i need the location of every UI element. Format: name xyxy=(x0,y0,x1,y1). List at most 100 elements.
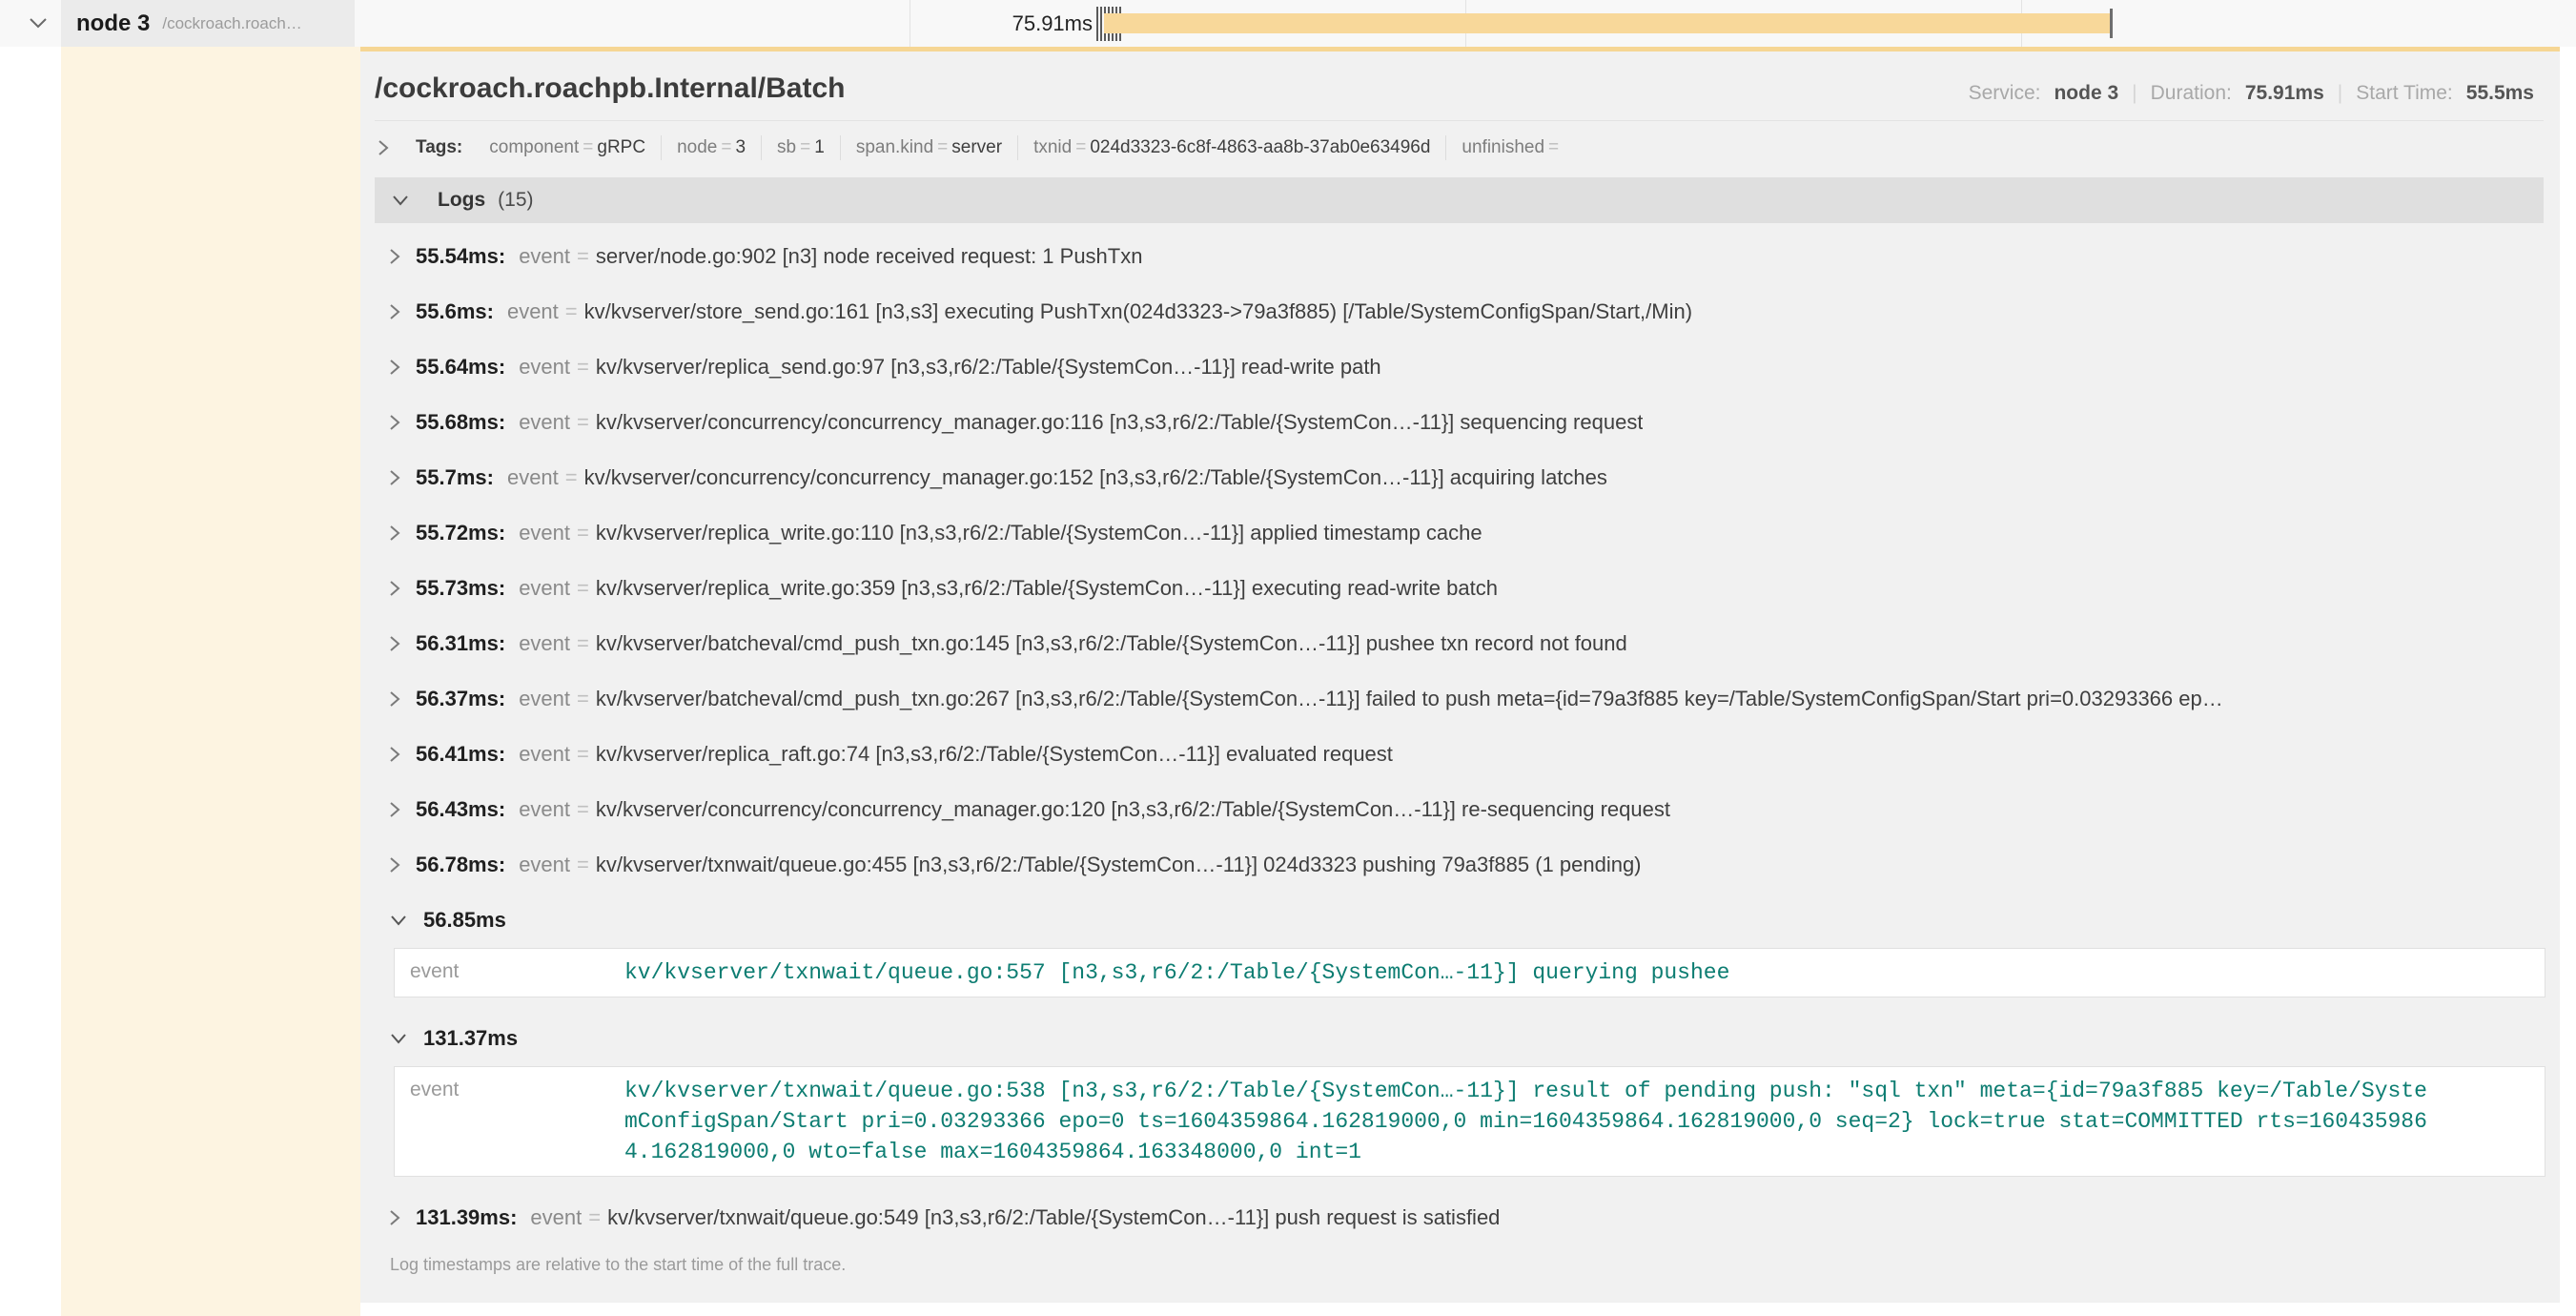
log-field-key: event xyxy=(519,521,570,545)
log-entry-collapsed[interactable]: 55.54ms: event = server/node.go:902 [n3]… xyxy=(388,229,2544,284)
equals-sign: = xyxy=(577,410,589,435)
log-field-key: event xyxy=(519,410,570,435)
log-event-value: kv/kvserver/txnwait/queue.go:538 [n3,s3,… xyxy=(624,1076,2436,1167)
equals-sign: = xyxy=(588,1205,601,1230)
log-field-key: event xyxy=(395,957,624,983)
log-timestamp: 55.73ms: xyxy=(416,576,505,601)
equals-sign: = xyxy=(577,244,589,269)
log-entry-expanded-header[interactable]: 131.37ms xyxy=(388,1011,2544,1066)
log-field-key: event xyxy=(519,742,570,767)
log-entry-collapsed[interactable]: 56.37ms: event = kv/kvserver/batcheval/c… xyxy=(388,671,2544,727)
log-message: kv/kvserver/batcheval/cmd_push_txn.go:14… xyxy=(596,631,1627,656)
span-collapse-chevron-down-icon[interactable] xyxy=(27,14,50,31)
chevron-right-icon[interactable] xyxy=(388,799,401,820)
chevron-right-icon[interactable] xyxy=(388,854,401,875)
log-timestamp: 55.7ms: xyxy=(416,465,494,490)
chevron-right-icon[interactable] xyxy=(388,357,401,378)
log-entry-collapsed[interactable]: 131.39ms: event = kv/kvserver/txnwait/qu… xyxy=(388,1190,2544,1245)
chevron-right-icon[interactable] xyxy=(388,523,401,544)
tag-item[interactable]: unfinished= xyxy=(1445,135,1578,160)
log-message: kv/kvserver/batcheval/cmd_push_txn.go:26… xyxy=(596,687,2223,711)
tag-value: 1 xyxy=(814,137,825,157)
log-timestamp: 55.54ms: xyxy=(416,244,505,269)
log-message: kv/kvserver/concurrency/concurrency_mana… xyxy=(596,410,1644,435)
tag-key: sb xyxy=(777,137,796,157)
log-message: kv/kvserver/concurrency/concurrency_mana… xyxy=(584,465,1607,490)
log-entry-collapsed[interactable]: 55.64ms: event = kv/kvserver/replica_sen… xyxy=(388,339,2544,395)
chevron-right-icon[interactable] xyxy=(388,412,401,433)
tag-key: span.kind xyxy=(856,137,933,157)
equals-sign: = xyxy=(565,299,578,324)
logs-footer-note: Log timestamps are relative to the start… xyxy=(375,1245,2544,1275)
tags-label: Tags: xyxy=(416,137,462,158)
equals-sign: = xyxy=(1072,137,1090,157)
span-detail-panel: /cockroach.roachpb.Internal/Batch Servic… xyxy=(360,47,2560,1303)
log-marker xyxy=(1100,7,1102,41)
chevron-right-icon[interactable] xyxy=(388,744,401,765)
log-entry-collapsed[interactable]: 55.6ms: event = kv/kvserver/store_send.g… xyxy=(388,284,2544,339)
log-message: kv/kvserver/replica_raft.go:74 [n3,s3,r6… xyxy=(596,742,1393,767)
log-field-key: event xyxy=(530,1205,582,1230)
log-message: kv/kvserver/store_send.go:161 [n3,s3] ex… xyxy=(584,299,1692,324)
log-entry-collapsed[interactable]: 56.41ms: event = kv/kvserver/replica_raf… xyxy=(388,727,2544,782)
log-timestamp: 55.68ms: xyxy=(416,410,505,435)
log-event-value: kv/kvserver/txnwait/queue.go:557 [n3,s3,… xyxy=(624,957,2436,988)
log-entry-collapsed[interactable]: 55.68ms: event = kv/kvserver/concurrency… xyxy=(388,395,2544,450)
start-time-value: 55.5ms xyxy=(2466,82,2534,105)
span-detail-row: /cockroach.roachpb.Internal/Batch Servic… xyxy=(0,47,2576,1316)
tag-item[interactable]: sb=1 xyxy=(761,135,840,160)
equals-sign: = xyxy=(577,742,589,767)
log-entry-expanded-header[interactable]: 56.85ms xyxy=(388,893,2544,948)
log-entry-collapsed[interactable]: 55.73ms: event = kv/kvserver/replica_wri… xyxy=(388,561,2544,616)
chevron-right-icon[interactable] xyxy=(388,1207,401,1228)
log-field-key: event xyxy=(507,465,559,490)
tag-list: component=gRPC node=3 sb=1 span.kind=ser… xyxy=(474,135,1578,160)
log-field-key: event xyxy=(519,355,570,380)
meta-separator: | xyxy=(2338,82,2342,105)
log-message: kv/kvserver/replica_write.go:359 [n3,s3,… xyxy=(596,576,1498,601)
log-event-detail-box: event kv/kvserver/txnwait/queue.go:557 [… xyxy=(394,948,2545,997)
tag-item[interactable]: node=3 xyxy=(661,135,761,160)
tag-key: component xyxy=(489,137,579,157)
log-timestamp: 56.37ms: xyxy=(416,687,505,711)
chevron-right-icon[interactable] xyxy=(388,301,401,322)
log-entry-collapsed[interactable]: 56.78ms: event = kv/kvserver/txnwait/que… xyxy=(388,837,2544,893)
log-entry-collapsed[interactable]: 56.31ms: event = kv/kvserver/batcheval/c… xyxy=(388,616,2544,671)
service-label: Service: xyxy=(1969,82,2041,105)
log-timestamp: 56.41ms: xyxy=(416,742,505,767)
tag-item[interactable]: span.kind=server xyxy=(840,135,1017,160)
tags-accordion[interactable]: Tags: component=gRPC node=3 sb=1 span.ki… xyxy=(375,121,2544,173)
span-name-cell[interactable]: node 3 /cockroach.roach… xyxy=(61,0,355,47)
chevron-right-icon[interactable] xyxy=(388,246,401,267)
chevron-down-icon[interactable] xyxy=(388,914,409,927)
log-entry-collapsed[interactable]: 56.43ms: event = kv/kvserver/concurrency… xyxy=(388,782,2544,837)
log-timestamp: 55.6ms: xyxy=(416,299,494,324)
log-entry-expanded: 131.37ms event kv/kvserver/txnwait/queue… xyxy=(388,1011,2544,1177)
start-time-label: Start Time: xyxy=(2356,82,2453,105)
equals-sign: = xyxy=(565,465,578,490)
log-timestamp: 56.31ms: xyxy=(416,631,505,656)
chevron-down-icon[interactable] xyxy=(388,1032,409,1045)
tag-item[interactable]: component=gRPC xyxy=(474,135,661,160)
chevron-right-icon[interactable] xyxy=(388,467,401,488)
tag-item[interactable]: txnid=024d3323-6c8f-4863-aa8b-37ab0e6349… xyxy=(1017,135,1445,160)
log-entry-collapsed[interactable]: 55.7ms: event = kv/kvserver/concurrency/… xyxy=(388,450,2544,505)
log-field-key: event xyxy=(507,299,559,324)
chevron-right-icon[interactable] xyxy=(377,137,390,158)
chevron-right-icon[interactable] xyxy=(388,633,401,654)
equals-sign: = xyxy=(577,355,589,380)
chevron-right-icon[interactable] xyxy=(388,578,401,599)
span-meta: Service: node 3 | Duration: 75.91ms | St… xyxy=(1969,82,2544,105)
operation-name: /cockroach.roach… xyxy=(162,14,301,33)
logs-accordion-header[interactable]: Logs (15) xyxy=(375,177,2544,223)
chevron-down-icon[interactable] xyxy=(390,194,411,207)
span-tree-offset[interactable] xyxy=(61,47,360,1316)
log-timestamp: 55.72ms: xyxy=(416,521,505,545)
log-message: server/node.go:902 [n3] node received re… xyxy=(596,244,1143,269)
logs-count: (15) xyxy=(498,189,533,212)
chevron-right-icon[interactable] xyxy=(388,689,401,709)
span-duration-bar[interactable] xyxy=(1104,13,2111,33)
duration-value: 75.91ms xyxy=(2245,82,2324,105)
service-name: node 3 xyxy=(76,10,150,37)
log-entry-collapsed[interactable]: 55.72ms: event = kv/kvserver/replica_wri… xyxy=(388,505,2544,561)
